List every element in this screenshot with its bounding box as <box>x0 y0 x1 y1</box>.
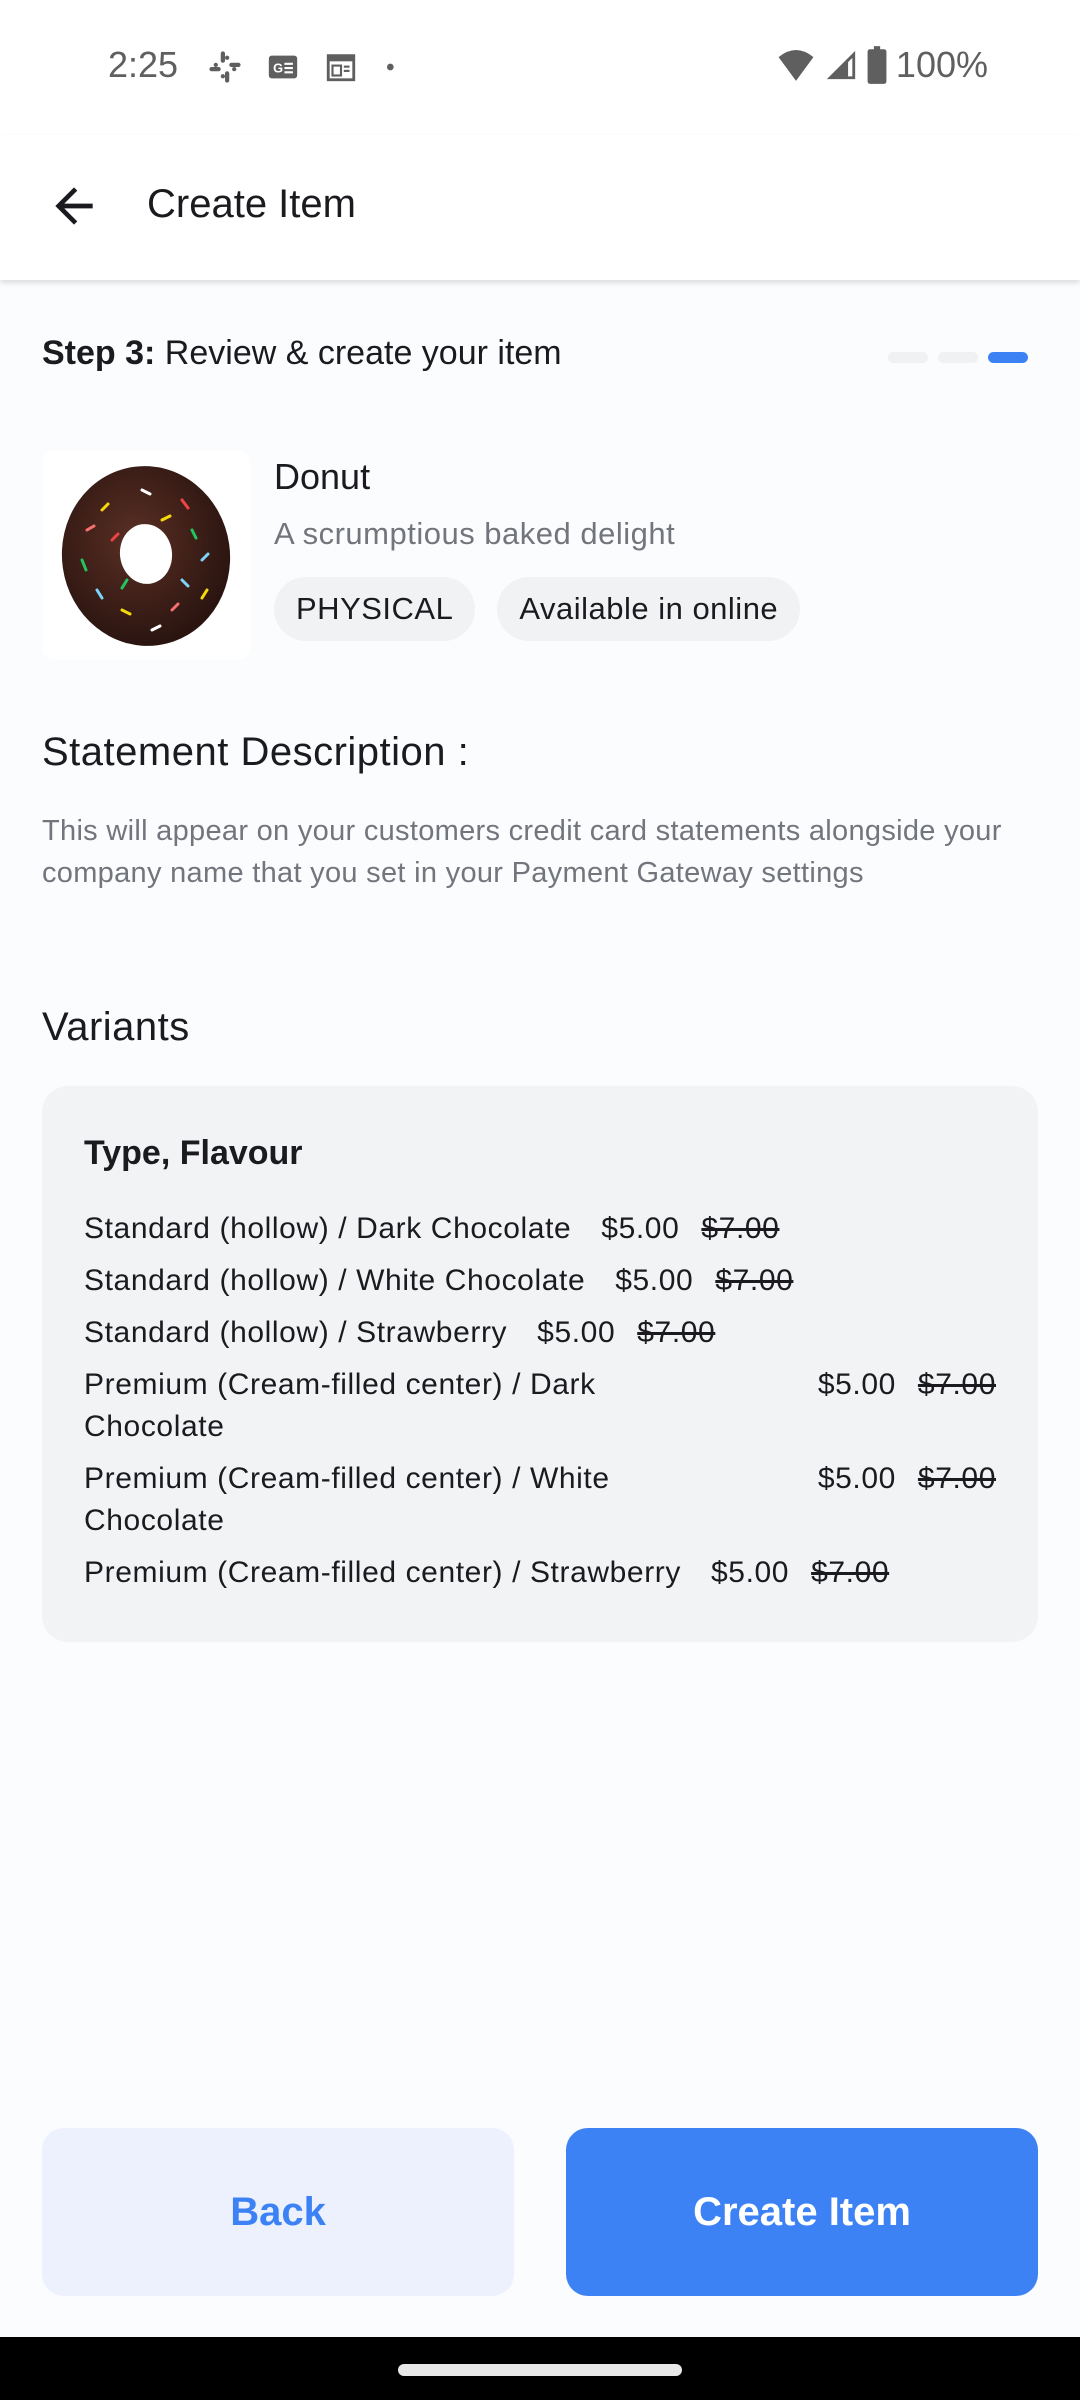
status-bar: 2:25 G 100% <box>0 0 1080 135</box>
progress-dot-3-active <box>988 352 1028 363</box>
dot-icon <box>387 63 394 71</box>
variant-price: $5.00 <box>601 1212 680 1245</box>
donut-illustration <box>61 466 231 646</box>
step-indicator: Step 3: Review & create your item <box>42 334 1038 384</box>
variant-name: Premium (Cream-filled center) / White Ch… <box>84 1462 610 1537</box>
variant-row: Premium (Cream-filled center) / Strawber… <box>84 1552 996 1594</box>
variant-price: $5.00 <box>615 1264 694 1297</box>
variants-card: Type, Flavour Standard (hollow) / Dark C… <box>42 1086 1038 1642</box>
wifi-icon <box>778 49 814 81</box>
back-button[interactable]: Back <box>42 2128 514 2296</box>
variant-price: $5.00 <box>817 1462 896 1495</box>
donut-image <box>42 450 250 660</box>
variant-name: Standard (hollow) / White Chocolate <box>84 1264 586 1297</box>
variant-row: Premium (Cream-filled center) / Dark Cho… <box>84 1364 996 1448</box>
variant-price: $5.00 <box>537 1316 616 1349</box>
variant-price: $5.00 <box>817 1368 896 1401</box>
battery-percent: 100% <box>895 44 988 85</box>
home-gesture-handle[interactable] <box>398 2364 682 2376</box>
slack-icon <box>209 51 241 83</box>
battery-icon <box>867 46 887 84</box>
item-chips: PHYSICAL Available in online <box>274 577 801 641</box>
item-summary: Donut A scrumptious baked delight PHYSIC… <box>42 450 1042 660</box>
variant-compare-price: $7.00 <box>917 1368 996 1401</box>
system-icons: 100% <box>776 44 988 86</box>
arrow-back-icon[interactable] <box>46 178 102 234</box>
variant-price: $5.00 <box>711 1556 790 1589</box>
news-card-icon: G <box>268 55 298 79</box>
variant-compare-price: $7.00 <box>637 1316 716 1349</box>
variant-row: Standard (hollow) / Strawberry $5.00 $7.0… <box>84 1312 996 1354</box>
variant-compare-price: $7.00 <box>811 1556 890 1589</box>
progress-dot-1 <box>888 352 928 363</box>
system-nav-bar <box>0 2337 1080 2400</box>
step-text: Step 3: Review & create your item <box>42 334 562 372</box>
item-name: Donut <box>274 456 371 497</box>
variant-name: Premium (Cream-filled center) / Dark Cho… <box>84 1368 596 1443</box>
variant-name: Standard (hollow) / Strawberry <box>84 1316 508 1349</box>
progress-dot-2 <box>938 352 978 363</box>
app-bar: Create Item <box>0 135 1080 280</box>
item-subtitle: A scrumptious baked delight <box>274 516 676 551</box>
page-title: Create Item <box>147 182 356 226</box>
chip-availability: Available in online <box>497 577 801 641</box>
variant-compare-price: $7.00 <box>701 1212 780 1245</box>
variant-row: Premium (Cream-filled center) / White Ch… <box>84 1458 996 1542</box>
statement-title: Statement Description : <box>42 730 470 774</box>
variant-row: Standard (hollow) / White Chocolate $5.0… <box>84 1260 996 1302</box>
chip-type: PHYSICAL <box>274 577 476 641</box>
step-description: Review & create your item <box>155 334 562 372</box>
variant-name: Premium (Cream-filled center) / Strawber… <box>84 1556 681 1589</box>
variants-title: Variants <box>42 1005 190 1049</box>
variant-name: Standard (hollow) / Dark Chocolate <box>84 1212 572 1245</box>
signal-icon <box>826 50 856 80</box>
variant-compare-price: $7.00 <box>715 1264 794 1297</box>
variant-list: Standard (hollow) / Dark Chocolate $5.00… <box>84 1208 996 1604</box>
statement-description: This will appear on your customers credi… <box>42 815 1002 889</box>
step-progress <box>888 352 1028 363</box>
calendar-icon <box>326 54 356 82</box>
variant-row: Standard (hollow) / Dark Chocolate $5.00… <box>84 1208 996 1250</box>
status-time: 2:25 <box>108 44 179 85</box>
variants-header: Type, Flavour <box>84 1134 303 1172</box>
svg-text:G: G <box>273 61 283 76</box>
step-label: Step 3: <box>42 334 156 372</box>
notification-icons: G <box>208 50 402 84</box>
variant-compare-price: $7.00 <box>917 1462 996 1495</box>
create-item-button[interactable]: Create Item <box>566 2128 1038 2296</box>
